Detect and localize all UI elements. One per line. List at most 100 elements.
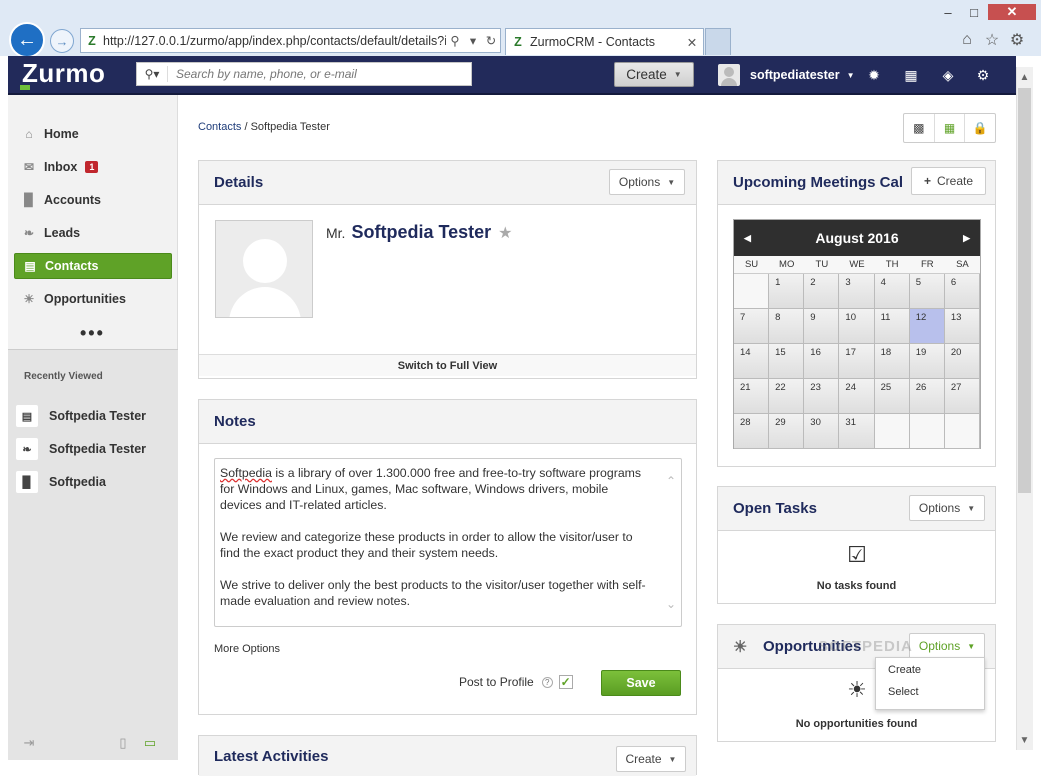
minimize-icon[interactable]: – (936, 4, 960, 20)
switch-to-full-view-link[interactable]: Switch to Full View (199, 354, 696, 376)
calendar-day[interactable]: 13 (944, 309, 980, 344)
scroll-down-arrow-icon[interactable]: ▼ (1018, 733, 1031, 747)
calendar-day[interactable]: 25 (874, 379, 910, 414)
calendar-day[interactable]: 2 (804, 274, 840, 309)
menu-item-select[interactable]: Select (876, 680, 984, 702)
address-bar[interactable]: Z http://127.0.0.1/zurmo/app/index.php/c… (80, 28, 501, 53)
recent-item-lead[interactable]: ❧ Softpedia Tester (16, 437, 166, 461)
search-icon[interactable]: ⚲ (446, 33, 464, 48)
meetings-create-button[interactable]: + Create (911, 167, 986, 195)
post-to-profile-checkbox[interactable]: ✓ (558, 675, 573, 689)
calendar-day[interactable]: 17 (839, 344, 875, 379)
settings-gear-icon[interactable]: ⚙ (1006, 29, 1028, 51)
recent-item-account[interactable]: ▉ Softpedia (16, 470, 166, 494)
sidebar-item-home[interactable]: ⌂ Home (14, 121, 172, 147)
recent-item-contact[interactable]: ▤ Softpedia Tester (16, 404, 166, 428)
user-menu[interactable]: softpediatester ▼ (718, 61, 855, 89)
dropdown-arrow-icon[interactable]: ▾ (464, 33, 482, 48)
close-tab-icon[interactable]: ✕ (681, 35, 703, 50)
more-modules-button[interactable]: ••• (80, 323, 105, 344)
scrollbar-thumb[interactable] (1018, 88, 1031, 493)
calendar-day[interactable]: 14 (734, 344, 770, 379)
previous-month-arrow-icon[interactable]: ◀ (744, 233, 751, 244)
calendar-day[interactable]: 3 (839, 274, 875, 309)
latest-activities-create-button[interactable]: Create ▼ (616, 746, 686, 772)
sidebar-item-accounts[interactable]: ▉ Accounts (14, 187, 172, 213)
calendar-day[interactable]: 9 (804, 309, 840, 344)
sidebar-item-opportunities[interactable]: ☀ Opportunities (14, 286, 172, 312)
global-search-input[interactable]: ⚲▾ Search by name, phone, or e-mail (136, 62, 472, 86)
lock-icon[interactable]: 🔒 (965, 114, 995, 142)
sidebar-item-contacts[interactable]: ▤ Contacts (14, 253, 172, 279)
cube-icon[interactable]: ◈ (938, 65, 958, 85)
sidebar-item-label: Contacts (45, 259, 99, 273)
calendar-day[interactable]: 7 (734, 309, 770, 344)
calendar-day[interactable]: 26 (909, 379, 945, 414)
calendar-day[interactable]: 19 (909, 344, 945, 379)
next-month-arrow-icon[interactable]: ▶ (963, 233, 970, 244)
calendar-day[interactable]: 31 (839, 414, 875, 449)
contact-card-icon: ▤ (24, 259, 36, 273)
calendar-day[interactable]: 8 (769, 309, 805, 344)
contact-photo-placeholder[interactable] (215, 220, 313, 318)
favorite-star-icon[interactable]: ★ (498, 223, 512, 243)
breadcrumb-link-contacts[interactable]: Contacts (198, 121, 241, 133)
post-to-profile-row: Post to Profile ? ✓ (459, 675, 573, 689)
calendar-header: ◀ August 2016 ▶ (734, 220, 980, 256)
calendar-day[interactable]: 21 (734, 379, 770, 414)
calendar-day[interactable]: 18 (874, 344, 910, 379)
opportunities-options-button[interactable]: Options ▼ (909, 633, 985, 659)
sidebar-item-label: Home (44, 127, 79, 141)
calendar-icon[interactable]: ▦ (901, 65, 921, 85)
zurmo-logo[interactable]: Zurmo (22, 58, 105, 89)
calendar-day[interactable]: 4 (874, 274, 910, 309)
menu-item-create[interactable]: Create (876, 658, 984, 680)
desktop-view-icon[interactable]: ▭ (142, 735, 158, 751)
favorites-star-icon[interactable]: ☆ (981, 29, 1003, 51)
create-menu-button[interactable]: Create ▼ (614, 62, 694, 87)
note-textarea[interactable]: Softpedia is a library of over 1.300.000… (214, 458, 682, 627)
game-figure-icon[interactable]: ✹ (864, 65, 884, 85)
maximize-icon[interactable]: □ (962, 4, 986, 20)
calendar-day[interactable]: 27 (944, 379, 980, 414)
close-window-icon[interactable]: ✕ (988, 4, 1036, 20)
open-tasks-options-button[interactable]: Options ▼ (909, 495, 985, 521)
more-options-link[interactable]: More Options (214, 643, 280, 655)
calendar-day[interactable]: 16 (804, 344, 840, 379)
help-icon[interactable]: ? (541, 676, 553, 688)
calendar-day[interactable]: 22 (769, 379, 805, 414)
sidebar-item-inbox[interactable]: ✉ Inbox 1 (14, 154, 172, 180)
calendar-day[interactable]: 23 (804, 379, 840, 414)
browser-tab[interactable]: Z ZurmoCRM - Contacts ✕ (505, 28, 704, 55)
back-arrow-icon[interactable]: ← (9, 22, 45, 58)
textarea-scroll-up-icon[interactable]: ⌃ (666, 473, 676, 489)
layout-tiles-icon[interactable]: ▩ (904, 114, 935, 142)
calendar-day[interactable]: 24 (839, 379, 875, 414)
settings-gear-icon[interactable]: ⚙ (973, 65, 993, 85)
calendar-day[interactable]: 28 (734, 414, 770, 449)
address-url[interactable]: http://127.0.0.1/zurmo/app/index.php/con… (103, 34, 446, 48)
home-icon[interactable]: ⌂ (956, 29, 978, 51)
layout-grid-icon[interactable]: ▦ (935, 114, 966, 142)
new-tab-button[interactable] (705, 28, 731, 55)
calendar-day[interactable]: 12 (909, 309, 945, 344)
calendar-day[interactable]: 20 (944, 344, 980, 379)
calendar-day[interactable]: 1 (769, 274, 805, 309)
calendar-day[interactable]: 6 (944, 274, 980, 309)
calendar-day[interactable]: 15 (769, 344, 805, 379)
calendar-day[interactable]: 5 (909, 274, 945, 309)
calendar-day[interactable]: 10 (839, 309, 875, 344)
save-note-button[interactable]: Save (601, 670, 681, 696)
calendar-day[interactable]: 30 (804, 414, 840, 449)
search-icon[interactable]: ⚲▾ (137, 67, 167, 81)
scroll-up-arrow-icon[interactable]: ▲ (1018, 70, 1031, 84)
forward-arrow-icon[interactable]: → (50, 29, 74, 53)
refresh-icon[interactable]: ↻ (482, 33, 500, 48)
details-options-button[interactable]: Options ▼ (609, 169, 685, 195)
calendar-day[interactable]: 11 (874, 309, 910, 344)
sidebar-item-leads[interactable]: ❧ Leads (14, 220, 172, 246)
logout-icon[interactable]: ⇥ (21, 735, 37, 751)
calendar-day[interactable]: 29 (769, 414, 805, 449)
textarea-scroll-down-icon[interactable]: ⌄ (666, 596, 676, 612)
mobile-view-icon[interactable]: ▯ (115, 735, 131, 751)
